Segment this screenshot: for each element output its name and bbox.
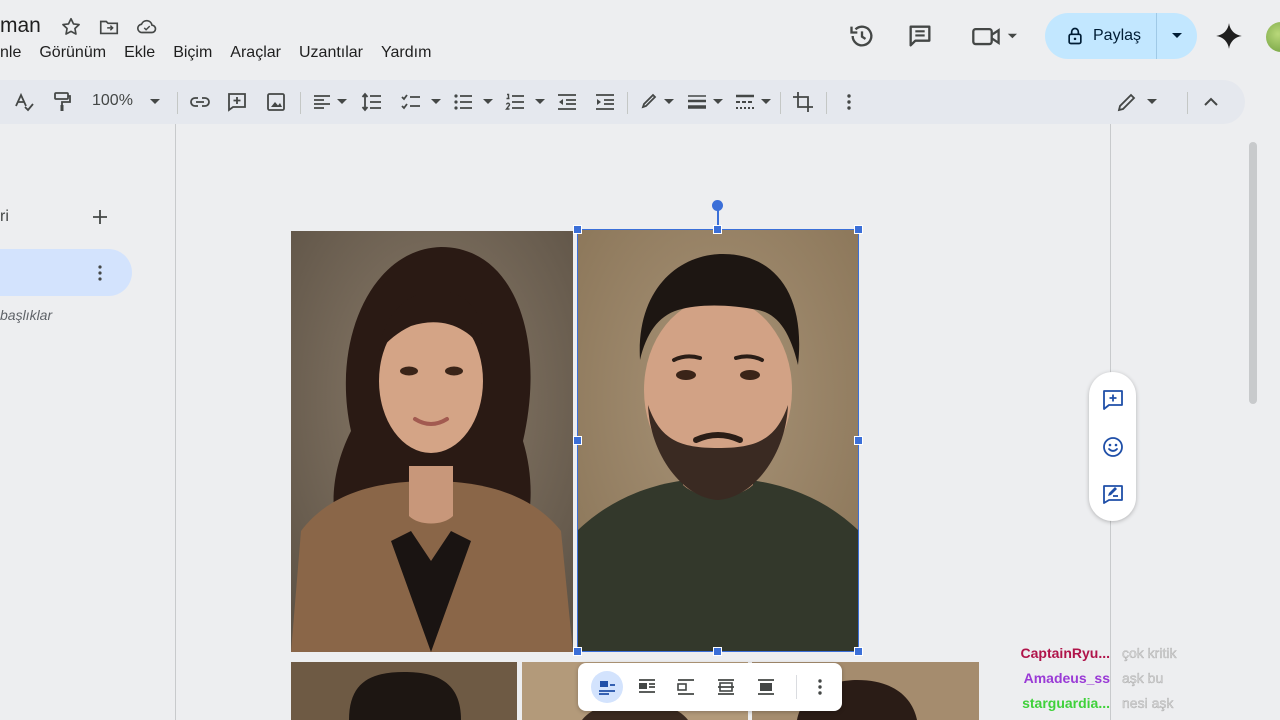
menu-edit[interactable]: nle <box>0 44 21 62</box>
more-vertical-icon[interactable] <box>837 90 861 114</box>
share-dropdown[interactable] <box>1157 13 1197 59</box>
meet-icon[interactable] <box>971 22 1017 50</box>
menu-format[interactable]: Biçim <box>173 44 212 62</box>
share-button[interactable]: Paylaş <box>1045 13 1197 59</box>
more-options-icon[interactable] <box>808 675 832 699</box>
rotate-handle[interactable] <box>712 200 723 211</box>
border-color-icon[interactable] <box>638 90 662 114</box>
resize-handle-left[interactable] <box>573 436 582 445</box>
paint-format-icon[interactable] <box>50 90 74 114</box>
outline-tabs-label: ri <box>0 208 9 225</box>
add-comment-icon[interactable] <box>1101 388 1125 412</box>
page-edge-left <box>175 124 176 720</box>
format-toolbar: 100% <box>0 80 1245 124</box>
account-avatar[interactable] <box>1266 22 1280 52</box>
decrease-indent-icon[interactable] <box>555 90 579 114</box>
cloud-saved-icon[interactable] <box>136 16 158 38</box>
resize-handle-bottom[interactable] <box>713 647 722 656</box>
bullet-list-icon[interactable] <box>451 90 475 114</box>
in-line-icon <box>599 681 615 695</box>
resize-handle-bottom-right[interactable] <box>854 647 863 656</box>
increase-indent-icon[interactable] <box>593 90 617 114</box>
photo-woman-portrait[interactable] <box>291 231 573 652</box>
chat-username: Amadeus_ss <box>1023 669 1110 686</box>
outline-tab-item[interactable] <box>0 249 132 296</box>
resize-handle-bottom-left[interactable] <box>573 647 582 656</box>
align-caret[interactable] <box>337 99 347 104</box>
chat-message-row: starguardia... nesi aşk <box>1000 690 1280 715</box>
break-text-icon[interactable] <box>674 675 698 699</box>
menu-bar: nle Görünüm Ekle Biçim Araçlar Uzantılar… <box>0 44 449 62</box>
share-main[interactable]: Paylaş <box>1045 13 1157 59</box>
spellcheck-icon[interactable] <box>12 90 36 114</box>
outline-headings-hint: başlıklar <box>0 307 53 323</box>
zoom-select[interactable]: 100% <box>92 92 133 110</box>
in-line-wrap-button[interactable] <box>591 671 623 703</box>
chat-message: çok kritik <box>1122 644 1177 661</box>
tab-options-icon[interactable] <box>90 263 110 283</box>
wrap-text-icon[interactable] <box>635 675 659 699</box>
star-icon[interactable] <box>60 16 82 38</box>
resize-handle-top[interactable] <box>713 225 722 234</box>
chat-username: CaptainRyu... <box>1020 644 1110 661</box>
checklist-icon[interactable] <box>399 90 423 114</box>
image-wrap-toolbar <box>578 663 842 711</box>
stream-chat-overlay: CaptainRyu... çok kritik Amadeus_ss aşk … <box>1000 640 1280 715</box>
add-comment-icon[interactable] <box>225 90 249 114</box>
document-title[interactable]: man <box>0 14 41 38</box>
suggest-edits-icon[interactable] <box>1101 482 1125 506</box>
line-spacing-icon[interactable] <box>360 90 384 114</box>
chevron-up-icon[interactable] <box>1199 90 1223 114</box>
add-tab-icon[interactable] <box>90 207 110 227</box>
link-icon[interactable] <box>188 90 212 114</box>
scrollbar-thumb[interactable] <box>1249 142 1257 404</box>
bullet-caret[interactable] <box>483 99 493 104</box>
border-weight-caret[interactable] <box>713 99 723 104</box>
lock-icon <box>1068 27 1082 45</box>
border-dash-caret[interactable] <box>761 99 771 104</box>
chat-message: nesi aşk <box>1122 694 1174 711</box>
resize-handle-top-right[interactable] <box>854 225 863 234</box>
gemini-icon[interactable] <box>1215 22 1243 50</box>
resize-handle-top-left[interactable] <box>573 225 582 234</box>
border-weight-icon[interactable] <box>685 90 709 114</box>
share-label: Paylaş <box>1093 27 1142 44</box>
floating-side-actions <box>1089 372 1136 521</box>
in-front-of-text-icon[interactable] <box>754 675 778 699</box>
behind-text-icon[interactable] <box>714 675 738 699</box>
photo-man-portrait[interactable] <box>578 230 858 651</box>
insert-image-icon[interactable] <box>264 90 288 114</box>
chevron-down-icon <box>1172 33 1182 38</box>
chat-message: aşk bu <box>1122 669 1164 686</box>
photo-bottom-left[interactable] <box>291 662 517 720</box>
numbered-list-icon[interactable] <box>503 90 527 114</box>
crop-icon[interactable] <box>791 90 815 114</box>
numbered-caret[interactable] <box>535 99 545 104</box>
checklist-caret[interactable] <box>431 99 441 104</box>
resize-handle-right[interactable] <box>854 436 863 445</box>
menu-insert[interactable]: Ekle <box>124 44 155 62</box>
chat-message-row: Amadeus_ss aşk bu <box>1000 665 1280 690</box>
title-icons <box>60 16 158 38</box>
border-color-caret[interactable] <box>664 99 674 104</box>
editing-mode-caret[interactable] <box>1147 99 1157 104</box>
menu-extensions[interactable]: Uzantılar <box>299 44 363 62</box>
zoom-caret[interactable] <box>150 99 160 104</box>
menu-view[interactable]: Görünüm <box>39 44 106 62</box>
move-folder-icon[interactable] <box>98 16 120 38</box>
border-dash-icon[interactable] <box>733 90 757 114</box>
version-history-icon[interactable] <box>848 22 876 50</box>
chat-username: starguardia... <box>1022 694 1110 711</box>
menu-tools[interactable]: Araçlar <box>230 44 281 62</box>
menu-help[interactable]: Yardım <box>381 44 431 62</box>
comments-icon[interactable] <box>906 22 934 50</box>
emoji-reaction-icon[interactable] <box>1101 435 1125 459</box>
editing-mode-pencil-icon[interactable] <box>1115 90 1139 114</box>
align-left-icon[interactable] <box>310 90 334 114</box>
chat-message-row: CaptainRyu... çok kritik <box>1000 640 1280 665</box>
